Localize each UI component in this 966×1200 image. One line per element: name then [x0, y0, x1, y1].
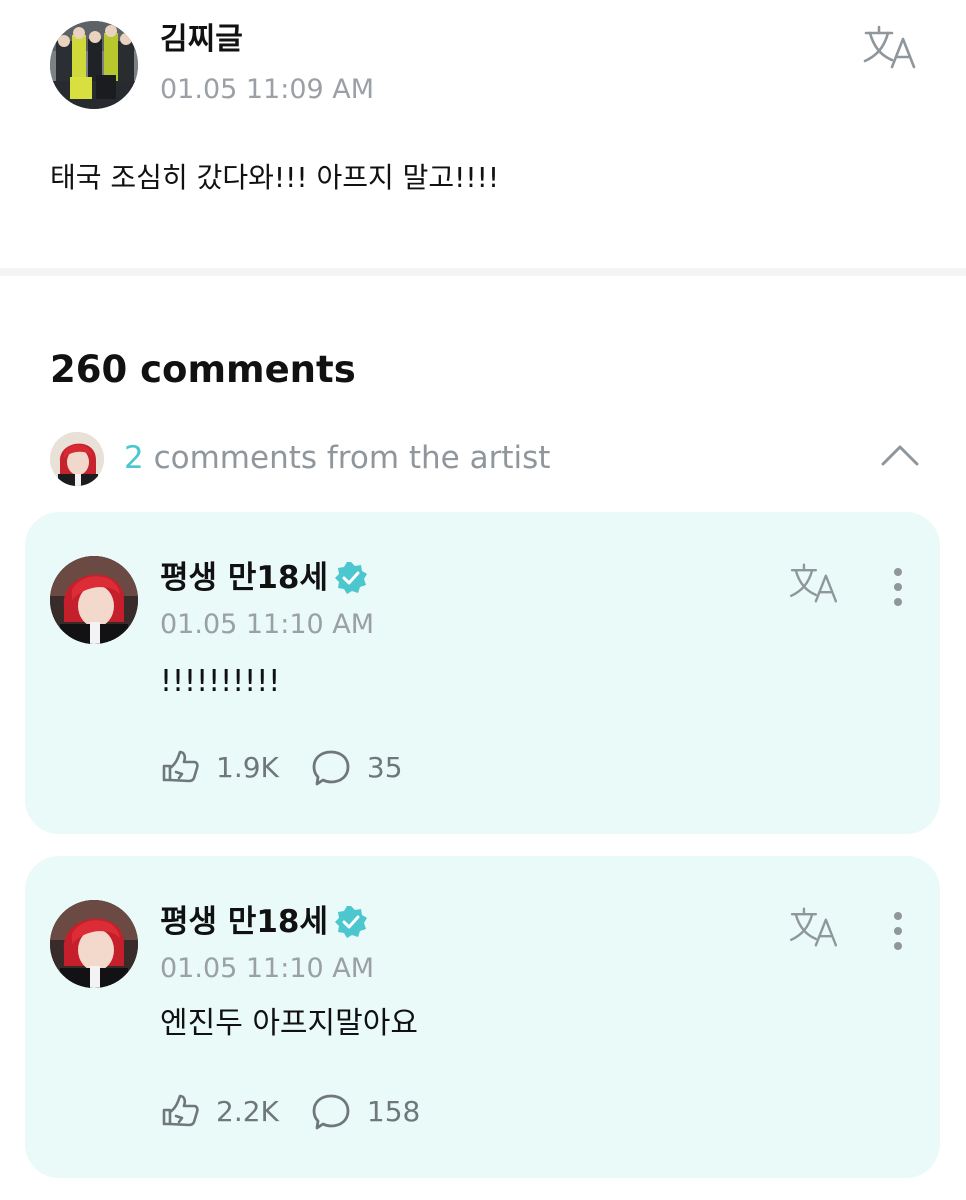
artist-comments-toggle[interactable]: 2 comments from the artist [50, 430, 920, 486]
more-options-icon[interactable] [883, 566, 913, 608]
more-options-icon[interactable] [883, 910, 913, 952]
translate-icon[interactable] [862, 24, 918, 70]
artist-comment-card: 평생 만18세 01.05 11:10 AM !!!!!!!!!! 1.9K 3… [25, 512, 940, 834]
comment-text: !!!!!!!!!! [160, 664, 281, 699]
post-author-name[interactable]: 김찌글 [160, 20, 243, 60]
post-timestamp: 01.05 11:09 AM [160, 74, 375, 105]
verified-badge-icon [334, 905, 368, 939]
artist-comment-card: 평생 만18세 01.05 11:10 AM 엔진두 아프지말아요 2.2K 1… [25, 856, 940, 1178]
like-icon[interactable] [158, 746, 202, 790]
translate-icon[interactable] [788, 906, 840, 948]
artist-comments-text: comments from the artist [143, 440, 551, 476]
artist-comments-label: 2 comments from the artist [124, 436, 550, 480]
artist-avatar [50, 432, 104, 486]
post: 김찌글 01.05 11:09 AM 태국 조심히 갔다와!!! 아프지 말고!… [0, 0, 966, 268]
like-icon[interactable] [158, 1090, 202, 1134]
section-divider [0, 268, 966, 276]
commenter-name-text: 평생 만18세 [160, 560, 329, 596]
reply-icon[interactable] [309, 1090, 353, 1134]
commenter-name[interactable]: 평생 만18세 [160, 556, 368, 600]
comments-count: 260 comments [50, 348, 356, 391]
comment-timestamp: 01.05 11:10 AM [160, 609, 375, 640]
translate-icon[interactable] [788, 562, 840, 604]
chevron-up-icon[interactable] [880, 440, 920, 470]
reply-count: 158 [366, 1095, 421, 1128]
post-author-avatar[interactable] [50, 21, 138, 109]
like-count: 1.9K [216, 751, 279, 784]
verified-badge-icon [334, 561, 368, 595]
reply-count: 35 [366, 751, 403, 784]
comment-text: 엔진두 아프지말아요 [160, 1006, 418, 1041]
comment-actions: 2.2K 158 [158, 1090, 420, 1134]
like-count: 2.2K [216, 1095, 279, 1128]
commenter-avatar[interactable] [50, 556, 138, 644]
commenter-name-text: 평생 만18세 [160, 904, 329, 940]
comment-timestamp: 01.05 11:10 AM [160, 953, 375, 984]
artist-comments-count: 2 [124, 440, 144, 476]
commenter-avatar[interactable] [50, 900, 138, 988]
post-body: 태국 조심히 갔다와!!! 아프지 말고!!!! [50, 161, 500, 194]
commenter-name[interactable]: 평생 만18세 [160, 900, 368, 944]
comment-actions: 1.9K 35 [158, 746, 403, 790]
reply-icon[interactable] [309, 746, 353, 790]
